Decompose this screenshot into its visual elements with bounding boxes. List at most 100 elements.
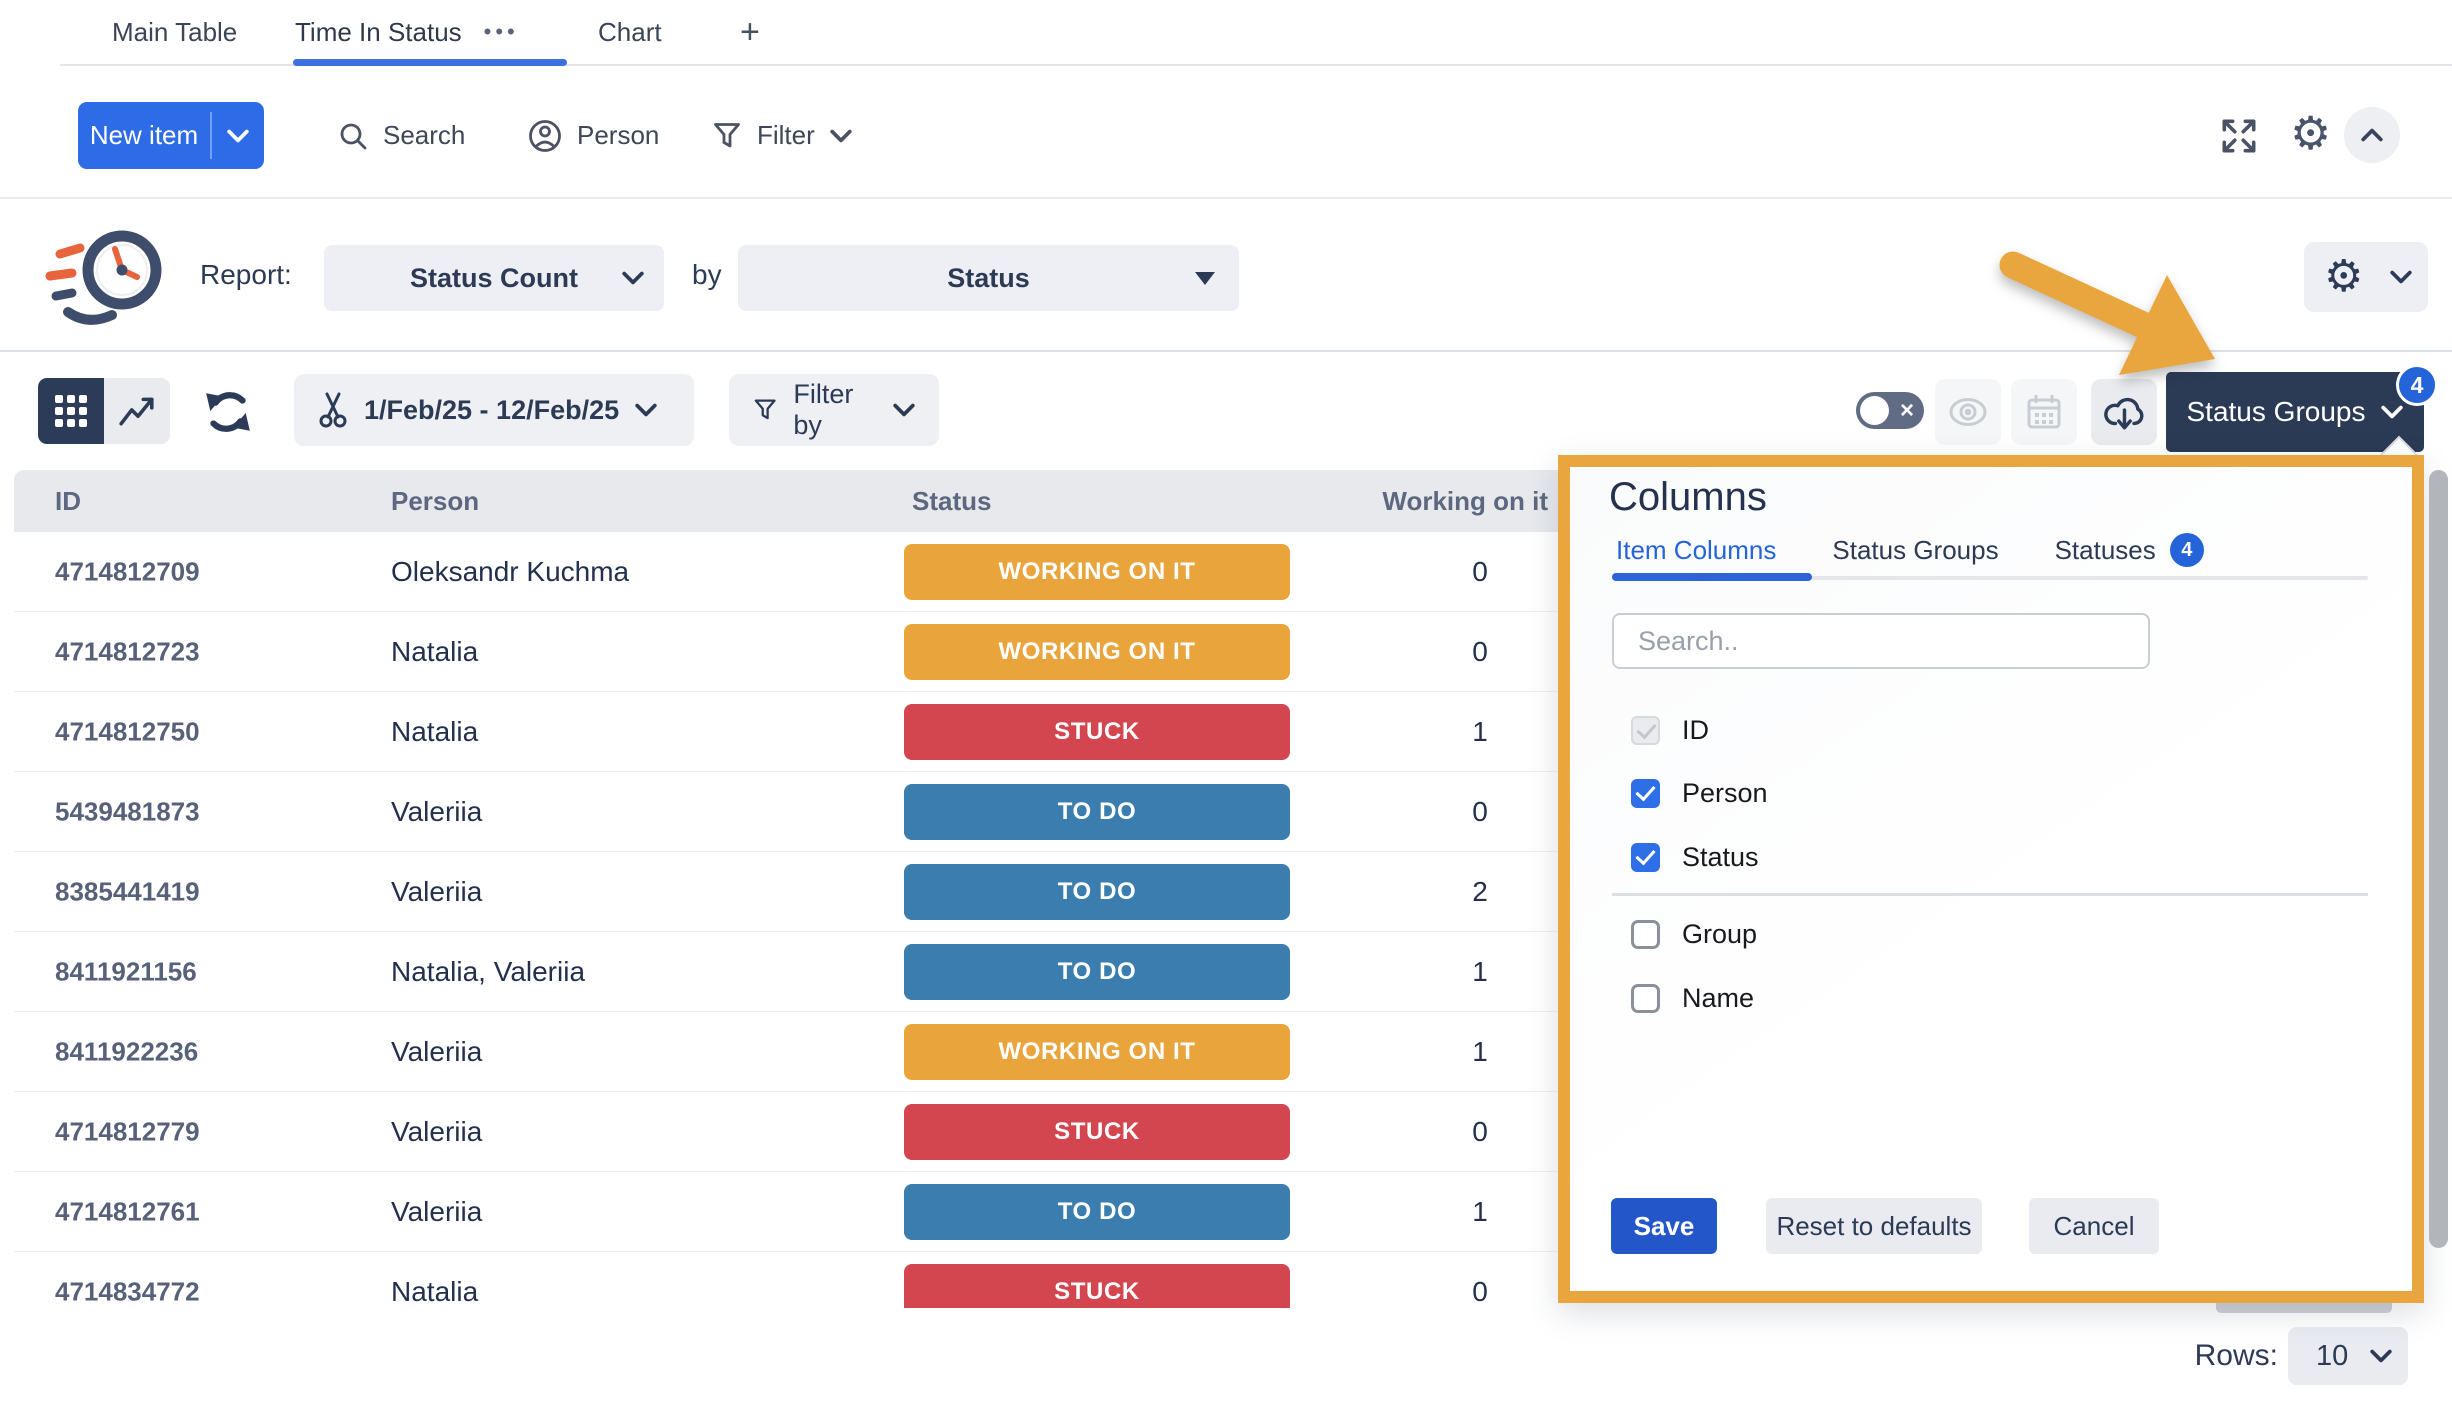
chevron-up-icon: [2361, 128, 2383, 142]
table-row[interactable]: 8411921156 Natalia, Valeriia TO DO 1: [14, 932, 1574, 1012]
cell-working-on-it: 1: [1370, 716, 1574, 748]
checkbox-label: Status: [1682, 842, 1759, 873]
cell-working-on-it: 1: [1370, 956, 1574, 988]
table-row[interactable]: 8385441419 Valeriia TO DO 2: [14, 852, 1574, 932]
checkbox-disabled-checked[interactable]: [1631, 716, 1660, 745]
new-item-label[interactable]: New item: [78, 102, 210, 169]
cell-id: 4714812709: [55, 556, 200, 587]
cell-person: Valeriia: [391, 1196, 482, 1228]
table-row[interactable]: 4714834772 Natalia STUCK 0: [14, 1252, 1574, 1308]
collapse-button[interactable]: [2344, 107, 2400, 163]
tab-chart[interactable]: Chart: [598, 0, 662, 64]
checkbox-row-person[interactable]: Person: [1631, 777, 1768, 809]
table-row[interactable]: 8411922236 Valeriia WORKING ON IT 1: [14, 1012, 1574, 1092]
column-header-id[interactable]: ID: [55, 470, 81, 532]
status-pill: TO DO: [904, 1184, 1290, 1240]
cell-working-on-it: 0: [1370, 556, 1574, 588]
rows-per-page-select[interactable]: 10: [2288, 1327, 2408, 1385]
checkbox-row-name[interactable]: Name: [1631, 982, 1754, 1014]
checkbox-unchecked[interactable]: [1631, 920, 1660, 949]
group-by-select[interactable]: Status: [738, 245, 1239, 311]
cell-person: Valeriia: [391, 1036, 482, 1068]
columns-panel: Columns Item Columns Status Groups Statu…: [1558, 455, 2424, 1303]
chart-view-button[interactable]: [104, 378, 170, 444]
panel-tab-statuses[interactable]: Statuses 4: [2055, 533, 2204, 567]
rows-label: Rows:: [2150, 1327, 2278, 1385]
rows-per-page-value: 10: [2316, 1340, 2348, 1373]
checkbox-unchecked[interactable]: [1631, 984, 1660, 1013]
panel-search-input[interactable]: [1612, 613, 2150, 669]
status-pill: WORKING ON IT: [904, 1024, 1290, 1080]
fullscreen-button[interactable]: [2218, 115, 2260, 157]
filter-label: Filter: [757, 120, 815, 151]
new-item-button[interactable]: New item: [78, 102, 264, 169]
calendar-button[interactable]: [2011, 379, 2077, 445]
column-header-status[interactable]: Status: [912, 470, 991, 532]
chevron-down-icon: [622, 271, 644, 285]
chevron-down-icon: [2390, 270, 2412, 284]
filter-by-button[interactable]: Filter by: [729, 374, 939, 446]
date-range-button[interactable]: 1/Feb/25 - 12/Feb/25: [294, 374, 694, 446]
tab-main-table[interactable]: Main Table: [112, 0, 237, 64]
add-tab-button[interactable]: +: [740, 0, 760, 64]
table-header-row: ID Person Status Working on it: [14, 470, 1574, 532]
status-groups-button[interactable]: Status Groups: [2166, 372, 2424, 452]
table-row[interactable]: 4714812709 Oleksandr Kuchma WORKING ON I…: [14, 532, 1574, 612]
cell-id: 8411922236: [55, 1036, 198, 1067]
report-settings-select[interactable]: ⚙: [2304, 242, 2428, 312]
report-type-select[interactable]: Status Count: [324, 245, 664, 311]
cell-id: 4714812750: [55, 716, 200, 747]
person-icon: [528, 119, 562, 153]
tab-time-in-status[interactable]: Time In Status •••: [295, 0, 519, 64]
table-row[interactable]: 4714812723 Natalia WORKING ON IT 0: [14, 612, 1574, 692]
toggle-switch[interactable]: ×: [1856, 392, 1924, 429]
chevron-down-icon: [893, 403, 915, 417]
status-pill: STUCK: [904, 704, 1290, 760]
calendar-icon: [2024, 392, 2064, 432]
tab-menu-icon[interactable]: •••: [484, 19, 519, 45]
save-button[interactable]: Save: [1611, 1198, 1717, 1254]
cell-id: 5439481873: [55, 796, 200, 827]
time-in-status-logo: [44, 218, 172, 338]
grid-icon: [55, 395, 87, 427]
settings-button[interactable]: ⚙: [2290, 110, 2331, 156]
table-row[interactable]: 4714812761 Valeriia TO DO 1: [14, 1172, 1574, 1252]
person-filter-button[interactable]: Person: [528, 102, 659, 169]
person-label: Person: [577, 120, 659, 151]
annotation-arrow: [1975, 235, 2245, 385]
chevron-down-icon: [227, 129, 249, 143]
panel-divider: [1612, 893, 2368, 896]
checkbox-row-status[interactable]: Status: [1631, 841, 1759, 873]
reset-to-defaults-button[interactable]: Reset to defaults: [1766, 1198, 1982, 1254]
column-header-working-on-it[interactable]: Working on it: [1254, 470, 1548, 532]
refresh-button[interactable]: [202, 386, 254, 438]
table-row[interactable]: 4714812779 Valeriia STUCK 0: [14, 1092, 1574, 1172]
checkbox-label: Name: [1682, 983, 1754, 1014]
column-header-person[interactable]: Person: [391, 470, 479, 532]
gear-icon: ⚙: [2324, 255, 2363, 299]
table-view-button[interactable]: [38, 378, 104, 444]
chevron-down-icon: [635, 403, 657, 417]
cell-person: Natalia: [391, 1276, 478, 1308]
cancel-button[interactable]: Cancel: [2029, 1198, 2159, 1254]
status-groups-count-badge: 4: [2396, 364, 2438, 406]
checkbox-checked[interactable]: [1631, 779, 1660, 808]
table-row[interactable]: 5439481873 Valeriia TO DO 0: [14, 772, 1574, 852]
visibility-button[interactable]: [1935, 379, 2001, 445]
report-table: ID Person Status Working on it 471481270…: [14, 470, 1574, 1308]
filter-funnel-icon: [712, 121, 742, 151]
filter-by-label: Filter by: [793, 379, 877, 441]
search-button[interactable]: Search: [338, 102, 465, 169]
table-row[interactable]: 4714812750 Natalia STUCK 1: [14, 692, 1574, 772]
panel-tab-status-groups[interactable]: Status Groups: [1832, 535, 1998, 566]
checkbox-row-group[interactable]: Group: [1631, 918, 1757, 950]
cell-working-on-it: 2: [1370, 876, 1574, 908]
new-item-dropdown[interactable]: [212, 102, 264, 169]
vertical-scrollbar[interactable]: [2429, 470, 2448, 1248]
panel-tab-item-columns[interactable]: Item Columns: [1616, 535, 1776, 566]
export-button[interactable]: [2091, 379, 2157, 445]
filter-button[interactable]: Filter: [712, 102, 852, 169]
checkbox-row-id[interactable]: ID: [1631, 714, 1709, 746]
cell-person: Valeriia: [391, 1116, 482, 1148]
checkbox-checked[interactable]: [1631, 843, 1660, 872]
